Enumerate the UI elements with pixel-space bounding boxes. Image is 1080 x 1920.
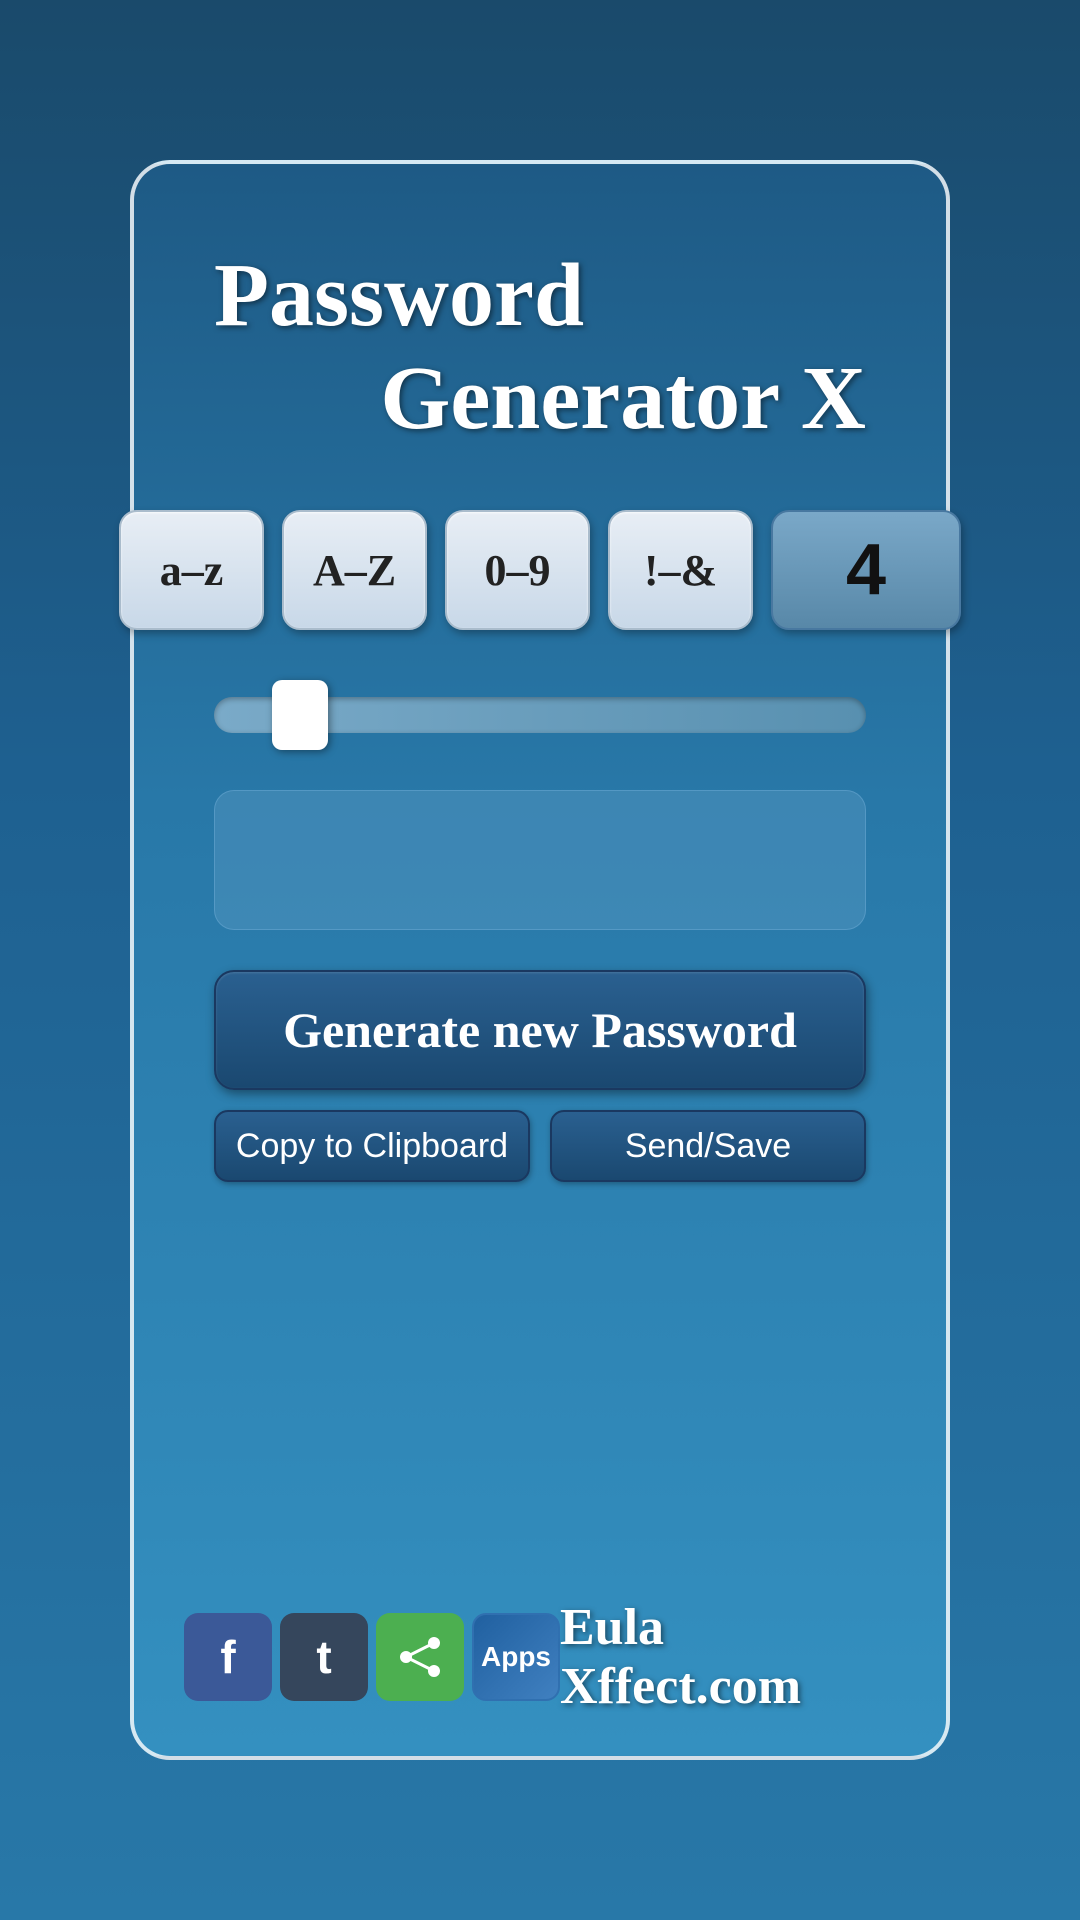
copy-clipboard-button[interactable]: Copy to Clipboard [214, 1110, 530, 1182]
app-title: Password Generator X [214, 244, 866, 450]
footer: f t Apps Eula Xffect.com [184, 1598, 896, 1716]
send-save-button[interactable]: Send/Save [550, 1110, 866, 1182]
social-links: f t Apps [184, 1613, 560, 1701]
length-slider-container [214, 680, 866, 750]
title-line1: Password [214, 244, 866, 347]
length-slider[interactable] [214, 697, 866, 733]
charset-options: a–z A–Z 0–9 !–& 4 [119, 510, 961, 630]
charset-AZ-button[interactable]: A–Z [282, 510, 427, 630]
generate-button[interactable]: Generate new Password [214, 970, 866, 1090]
brand-label: Eula Xffect.com [560, 1598, 896, 1716]
share-icon [398, 1635, 442, 1679]
password-output [214, 790, 866, 930]
charset-special-button[interactable]: !–& [608, 510, 753, 630]
main-card: Password Generator X a–z A–Z 0–9 !–& 4 G… [130, 160, 950, 1760]
share-button[interactable] [376, 1613, 464, 1701]
count-display[interactable]: 4 [771, 510, 961, 630]
apps-button[interactable]: Apps [472, 1613, 560, 1701]
charset-az-button[interactable]: a–z [119, 510, 264, 630]
charset-09-button[interactable]: 0–9 [445, 510, 590, 630]
action-buttons-row: Copy to Clipboard Send/Save [214, 1110, 866, 1182]
facebook-button[interactable]: f [184, 1613, 272, 1701]
title-line2: Generator X [214, 347, 866, 450]
tumblr-button[interactable]: t [280, 1613, 368, 1701]
